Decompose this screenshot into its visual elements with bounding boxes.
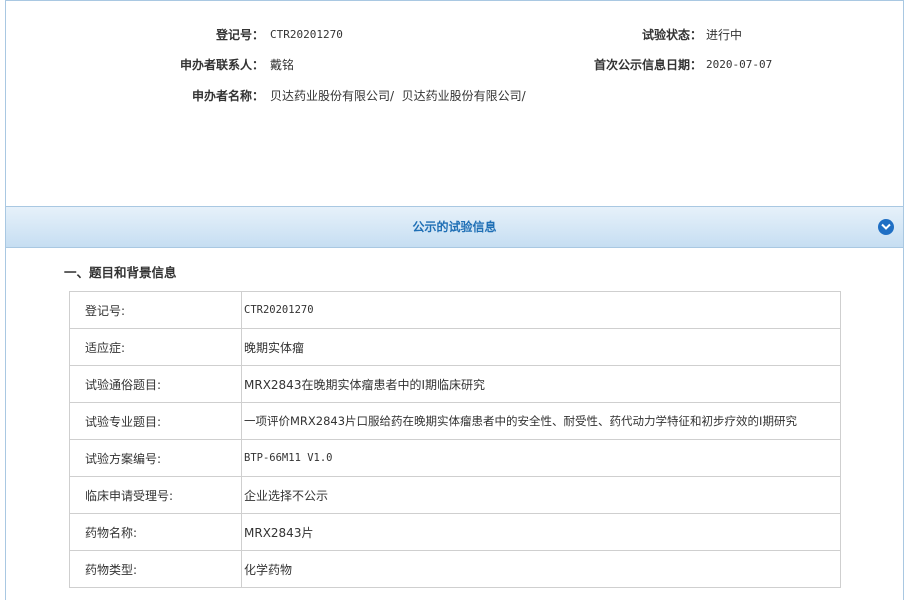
row-label: 药物名称:: [69, 513, 242, 551]
reg-no-value: CTR20201270: [270, 28, 343, 41]
row-value: 企业选择不公示: [241, 476, 841, 514]
table-row: 试验专业题目: 一项评价MRX2843片口服给药在晚期实体瘤患者中的安全性、耐受…: [69, 402, 841, 440]
row-value: MRX2843在晚期实体瘤患者中的I期临床研究: [241, 365, 841, 403]
status-value: 进行中: [706, 28, 743, 42]
table-row: 临床申请受理号: 企业选择不公示: [69, 476, 841, 514]
section-header-bar[interactable]: 公示的试验信息: [6, 206, 903, 248]
row-label: 适应症:: [69, 328, 242, 366]
contact-value: 戴铭: [270, 58, 295, 72]
table-row: 试验方案编号: BTP-66M11 V1.0: [69, 439, 841, 477]
contact-label: 申办者联系人：: [179, 58, 264, 72]
table-row: 适应症: 晚期实体瘤: [69, 328, 841, 366]
first-pub-date-value: 2020-07-07: [706, 58, 773, 71]
row-label: 药物类型:: [69, 550, 242, 588]
table-row: 药物名称: MRX2843片: [69, 513, 841, 551]
trial-info-table: 登记号: CTR20201270 适应症: 晚期实体瘤 试验通俗题目: MRX2…: [69, 291, 841, 588]
row-label: 试验专业题目:: [69, 402, 242, 440]
row-value: 晚期实体瘤: [241, 328, 841, 366]
row-label: 登记号:: [69, 291, 242, 329]
row-label: 临床申请受理号:: [69, 476, 242, 514]
row-value: MRX2843片: [241, 513, 841, 551]
row-label: 试验通俗题目:: [69, 365, 242, 403]
chevron-down-circle-icon[interactable]: [878, 219, 894, 235]
sponsor-label: 申办者名称：: [191, 89, 264, 103]
row-value: CTR20201270: [241, 291, 841, 329]
table-row: 试验通俗题目: MRX2843在晚期实体瘤患者中的I期临床研究: [69, 365, 841, 403]
table-row: 药物类型: 化学药物: [69, 550, 841, 588]
reg-no-label: 登记号：: [215, 28, 264, 42]
row-label: 试验方案编号:: [69, 439, 242, 477]
row-value: 一项评价MRX2843片口服给药在晚期实体瘤患者中的安全性、耐受性、药代动力学特…: [241, 402, 841, 440]
table-row: 登记号: CTR20201270: [69, 291, 841, 329]
status-label: 试验状态：: [641, 28, 702, 42]
row-value: BTP-66M11 V1.0: [241, 439, 841, 477]
sponsor-value: 贝达药业股份有限公司/ 贝达药业股份有限公司/: [270, 89, 526, 103]
section-title: 公示的试验信息: [412, 220, 497, 234]
subsection-heading: 一、题目和背景信息: [64, 265, 177, 280]
first-pub-date-label: 首次公示信息日期：: [593, 58, 702, 72]
row-value: 化学药物: [241, 550, 841, 588]
